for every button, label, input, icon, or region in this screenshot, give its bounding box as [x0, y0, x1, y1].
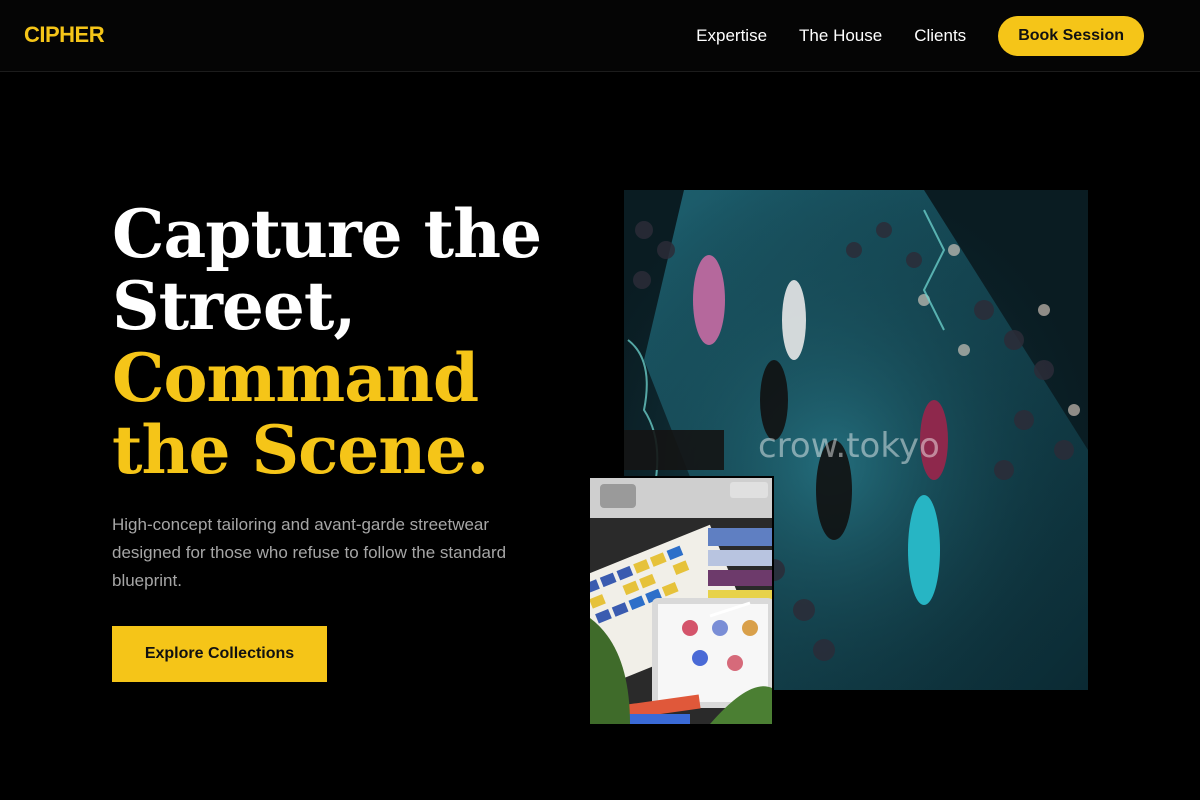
nav-link-the-house[interactable]: The House: [799, 16, 882, 56]
nav-link-clients[interactable]: Clients: [914, 16, 966, 56]
book-session-button[interactable]: Book Session: [998, 16, 1144, 56]
hero-headline: Capture the Street, Command the Scene.: [112, 198, 592, 486]
brand-logo[interactable]: CIPHER: [24, 22, 105, 48]
hero-headline-line-3: Command: [112, 339, 479, 417]
design-swatches-photo: [588, 476, 774, 726]
hero-headline-line-4: the Scene.: [112, 411, 489, 489]
top-navigation-bar: CIPHER Expertise The House Clients Book …: [0, 0, 1200, 72]
hero-headline-line-2: Street,: [112, 267, 356, 345]
hero-subtitle: High-concept tailoring and avant-garde s…: [112, 515, 507, 590]
swatches-photo-illustration: [590, 478, 772, 724]
explore-collections-button[interactable]: Explore Collections: [112, 626, 327, 682]
main-nav: Expertise The House Clients Book Session: [696, 16, 1176, 56]
nav-link-expertise[interactable]: Expertise: [696, 16, 767, 56]
photo-watermark: crow.tokyo: [758, 426, 940, 466]
hero-headline-line-1: Capture the: [112, 195, 542, 273]
